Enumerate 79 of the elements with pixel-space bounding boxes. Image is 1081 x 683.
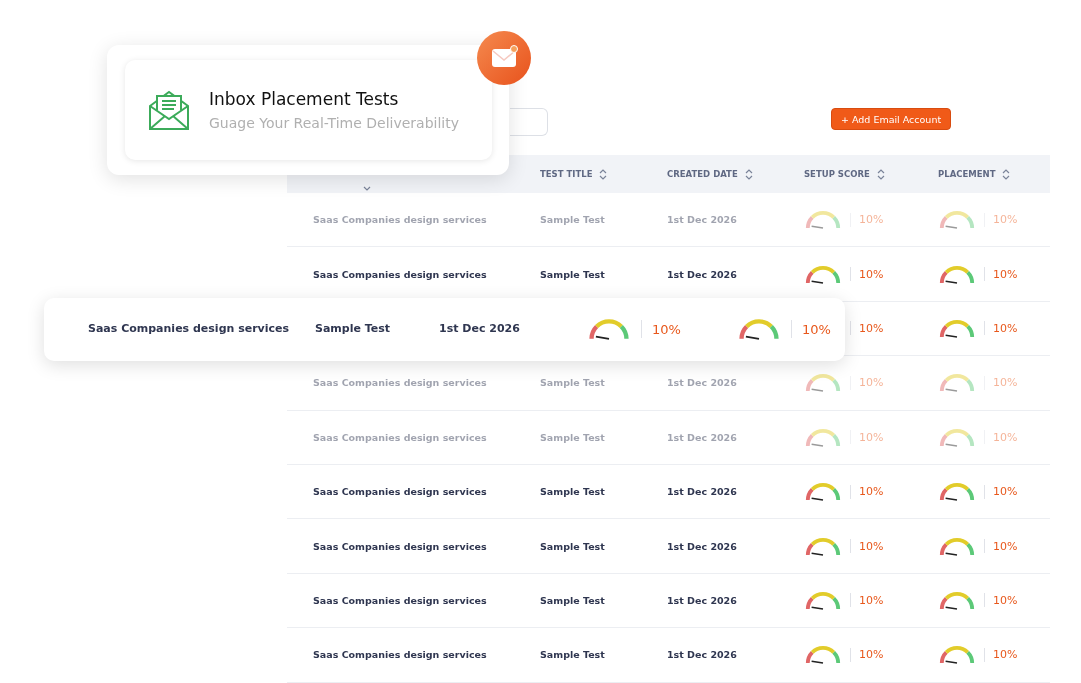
percentage-value: 10% [859,267,884,281]
test-title-cell: Sample Test [540,377,605,389]
column-header[interactable]: PLACEMENT [938,169,996,179]
test-title-cell: Sample Test [540,431,605,443]
test-title-cell: Sample Test [540,486,605,498]
column-header[interactable]: CREATED DATE [667,169,738,179]
date-cell: 1st Dec 2026 [667,377,737,389]
subject-cell: Saas Companies design services [313,649,487,661]
percentage-value: 10% [859,376,884,390]
test-title-cell: Sample Test [540,594,605,606]
gauge-icon [938,209,976,231]
column-header[interactable]: SETUP SCORE [804,169,870,179]
subject-cell: Saas Companies design services [313,486,487,498]
test-title-cell: Sample Test [540,214,605,226]
gauge-icon [938,644,976,666]
gauge-icon [804,426,842,448]
gauge-icon [804,209,842,231]
subject-cell: Saas Companies design services [313,540,487,552]
percentage-value: 10% [859,539,884,553]
subject-cell: Saas Companies design services [313,594,487,606]
percentage-value: 10% [859,593,884,607]
date-cell: 1st Dec 2026 [667,431,737,443]
date-cell: 1st Dec 2026 [439,322,520,335]
date-cell: 1st Dec 2026 [667,594,737,606]
percentage-value: 10% [993,648,1018,662]
test-title-cell: Sample Test [540,268,605,280]
open-envelope-icon [148,89,190,131]
percentage-value: 10% [993,430,1018,444]
subject-cell: Saas Companies design services [313,214,487,226]
percentage-value: 10% [993,321,1018,335]
gauge-icon [804,589,842,611]
gauge-icon [938,535,976,557]
gauge-icon [587,317,631,341]
percentage-value: 10% [859,321,884,335]
gauge-icon [804,263,842,285]
percentage-value: 10% [859,213,884,227]
percentage-value: 10% [802,321,831,337]
percentage-value: 10% [859,648,884,662]
gauge-icon [804,481,842,503]
subject-cell: Saas Companies design services [313,377,487,389]
gauge-icon [938,481,976,503]
sort-icon[interactable] [1002,168,1011,180]
gauge-icon [938,263,976,285]
gauge-icon [938,317,976,339]
test-title-cell: Sample Test [540,540,605,552]
percentage-value: 10% [993,485,1018,499]
date-cell: 1st Dec 2026 [667,214,737,226]
date-cell: 1st Dec 2026 [667,649,737,661]
test-title-cell: Sample Test [540,649,605,661]
percentage-value: 10% [652,321,681,337]
search-field[interactable] [510,108,548,136]
sort-icon[interactable] [876,168,885,180]
percentage-value: 10% [993,539,1018,553]
percentage-value: 10% [993,376,1018,390]
gauge-icon [737,317,781,341]
feature-subtitle: Guage Your Real-Time Deliverability [209,115,459,131]
feature-title: Inbox Placement Tests [209,89,400,109]
date-cell: 1st Dec 2026 [667,486,737,498]
column-header[interactable]: TEST TITLE [540,169,593,179]
test-title-cell: Sample Test [315,322,391,335]
percentage-value: 10% [859,485,884,499]
percentage-value: 10% [993,267,1018,281]
gauge-icon [938,372,976,394]
percentage-value: 10% [993,213,1018,227]
subject-cell: Saas Companies design services [313,268,487,280]
date-cell: 1st Dec 2026 [667,268,737,280]
gauge-icon [804,372,842,394]
percentage-value: 10% [993,593,1018,607]
percentage-value: 10% [859,430,884,444]
date-cell: 1st Dec 2026 [667,540,737,552]
subject-cell: Saas Companies design services [313,431,487,443]
gauge-icon [938,589,976,611]
gauge-icon [804,644,842,666]
sort-icon[interactable] [599,168,608,180]
subject-cell: Saas Companies design services [88,322,290,335]
gauge-icon [938,426,976,448]
gauge-icon [804,535,842,557]
sort-icon[interactable] [744,168,753,180]
add-email-account-button[interactable]: + Add Email Account [831,108,952,130]
